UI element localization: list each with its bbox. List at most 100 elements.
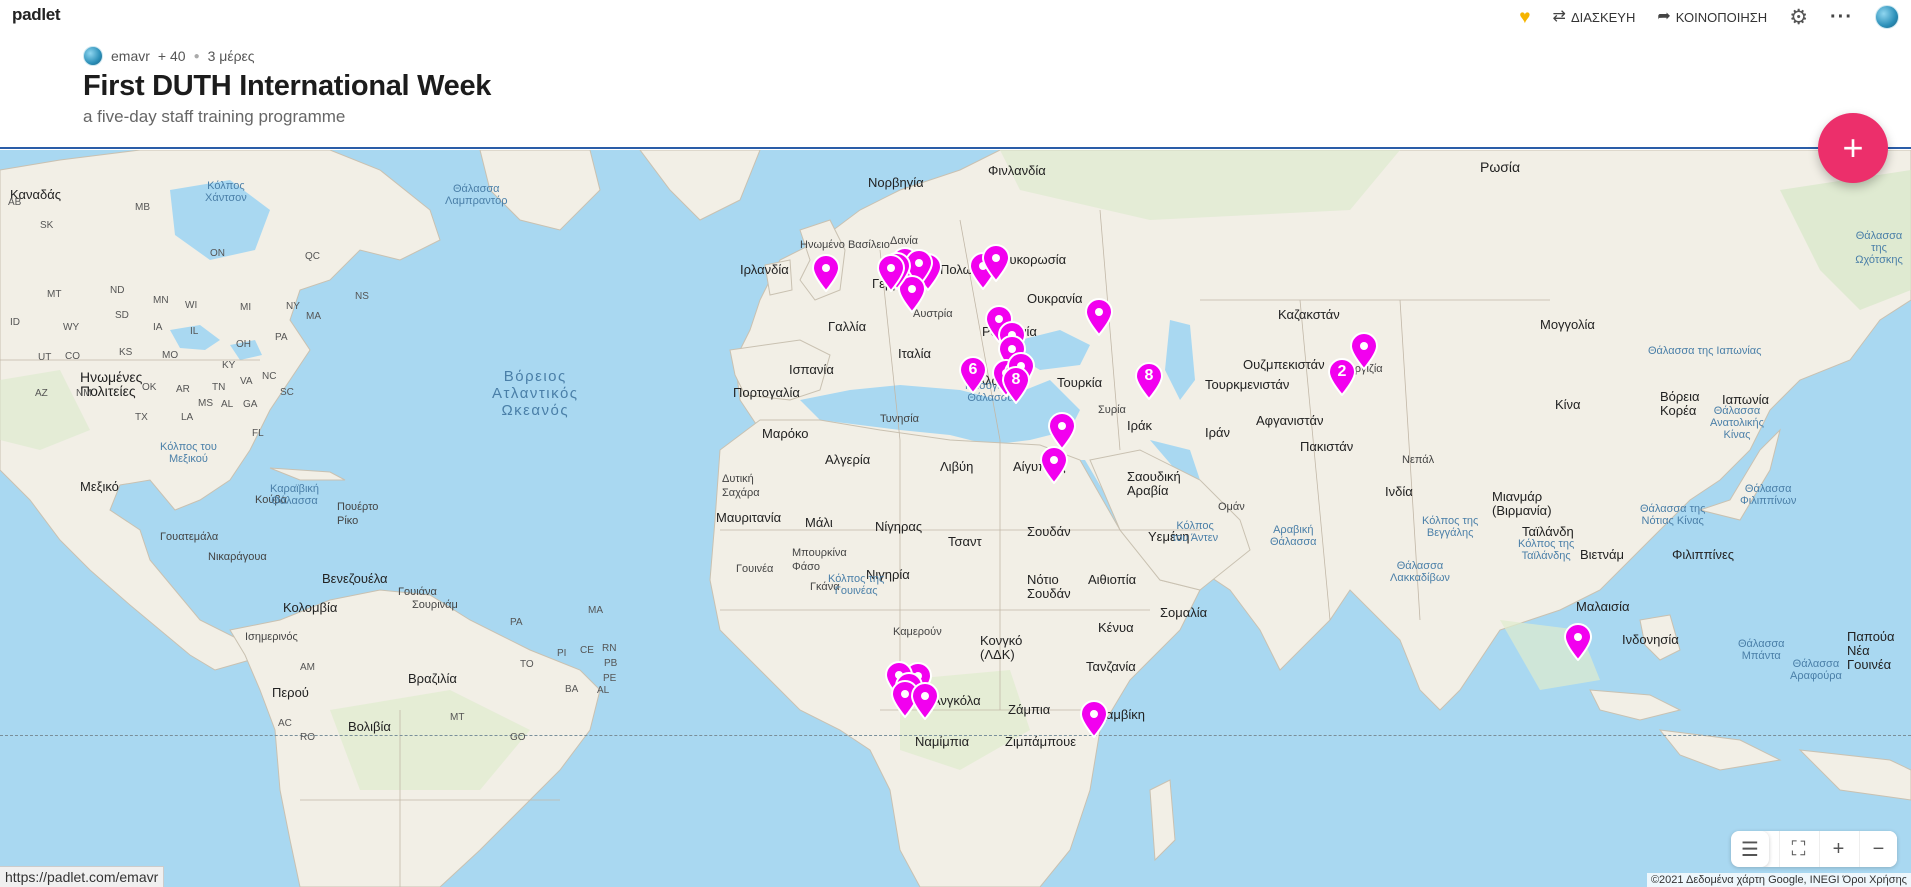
map-pin-icon[interactable]: [1563, 623, 1593, 662]
likes-count: + 40: [157, 48, 186, 64]
map-pin-icon[interactable]: [876, 254, 906, 293]
country-label-afghanistan: Αφγανιστάν: [1256, 413, 1324, 428]
share-arrow-icon: ➦: [1657, 8, 1671, 25]
zoom-out-button[interactable]: −: [1859, 831, 1897, 867]
board-meta: emavr + 40 ● 3 μέρες: [83, 46, 255, 66]
country-label-mauritania: Μαυριτανία: [716, 510, 782, 525]
state-label: AB: [8, 197, 22, 208]
sea-label-okhotsk: Θάλασσα της Ωχότσκης: [1855, 230, 1903, 266]
country-label-myanmar: Μιανμάρ (Βιρμανία): [1492, 489, 1552, 518]
user-avatar[interactable]: [1875, 5, 1899, 29]
cluster-pin-icon[interactable]: [1001, 366, 1031, 405]
state-label: CO: [65, 351, 80, 362]
region-label: AC: [278, 718, 292, 729]
padlet-logo[interactable]: padlet: [12, 5, 61, 25]
country-label-peru: Περού: [272, 685, 309, 700]
sea-label-laccadive: Θάλασσα Λακκαδίβων: [1390, 560, 1450, 584]
more-options-icon[interactable]: ···: [1830, 7, 1853, 27]
country-label-nicaragua: Νικαράγουα: [208, 551, 267, 563]
map-pin-icon[interactable]: [1047, 412, 1077, 451]
country-label-suriname: Σουρινάμ: [412, 599, 458, 611]
country-label-puertorico: Πουέρτο Ρίκο: [337, 501, 379, 527]
heart-icon[interactable]: ♥: [1519, 8, 1530, 27]
country-label-pakistan: Πακιστάν: [1300, 439, 1354, 454]
map-pin-icon[interactable]: [1084, 298, 1114, 337]
state-label: AZ: [35, 388, 48, 399]
state-label: SK: [40, 220, 54, 231]
country-label-algeria: Αλγερία: [825, 452, 871, 467]
state-label: NC: [262, 371, 277, 382]
country-label-niger: Νίγηρας: [875, 519, 923, 534]
remake-button[interactable]: ⇄ ΔΙΑΣΚΕΥΗ: [1553, 9, 1636, 25]
zoom-in-button[interactable]: +: [1819, 831, 1857, 867]
author-name[interactable]: emavr: [111, 48, 150, 64]
country-label-cameroon: Καμερούν: [893, 626, 942, 638]
country-label-denmark: Δανία: [890, 235, 919, 247]
cluster-pin-icon[interactable]: [1327, 358, 1357, 397]
list-icon: ☰: [1741, 838, 1759, 861]
gear-icon[interactable]: ⚙: [1789, 7, 1808, 28]
share-button[interactable]: ➦ ΚΟΙΝΟΠΟΙΗΣΗ: [1657, 9, 1767, 25]
cluster-pin-icon[interactable]: [958, 356, 988, 395]
add-post-button[interactable]: +: [1818, 113, 1888, 183]
state-label: AL: [221, 399, 234, 410]
country-label-guinea: Γουινέα: [736, 563, 774, 575]
country-label-indonesia: Ινδονησία: [1622, 632, 1679, 647]
sea-label-philsea: Θάλασσα Φιλιππίνων: [1740, 483, 1797, 507]
country-label-kenya: Κένυα: [1098, 620, 1134, 635]
cluster-pin-icon[interactable]: [1134, 362, 1164, 401]
country-label-iraq: Ιράκ: [1127, 418, 1153, 433]
state-label: FL: [252, 428, 264, 439]
sea-label-banda: Θάλασσα Μπάντα: [1738, 638, 1785, 662]
map-pin-icon[interactable]: [981, 244, 1011, 283]
state-label: PA: [275, 332, 288, 343]
board-subtitle: a five-day staff training programme: [83, 107, 346, 126]
map-canvas[interactable]: Ρωσία Φινλανδία Νορβηγία Καναδάς Ηνωμένο Βασ…: [0, 150, 1911, 887]
map-attribution[interactable]: ©2021 Δεδομένα χάρτη Google, INEGI Όροι …: [1646, 873, 1911, 887]
country-label-china: Κίνα: [1555, 397, 1581, 412]
map-pin-icon[interactable]: [811, 254, 841, 293]
country-label-france: Γαλλία: [828, 319, 867, 334]
country-label-nkorea: Βόρεια Κορέα: [1660, 389, 1700, 418]
sea-label-guinea_gulf: Κόλπος της Γουινέας: [828, 573, 885, 597]
country-label-iran: Ιράν: [1205, 425, 1231, 440]
country-label-spain: Ισπανία: [789, 362, 834, 377]
country-label-syria: Συρία: [1098, 404, 1126, 416]
top-toolbar: ♥ ⇄ ΔΙΑΣΚΕΥΗ ➦ ΚΟΙΝΟΠΟΙΗΣΗ ⚙ ···: [1519, 4, 1899, 30]
country-label-portugal: Πορτογαλία: [733, 385, 800, 400]
country-label-thailand: Ταϊλάνδη: [1522, 524, 1574, 539]
country-label-venezuela: Βενεζουέλα: [322, 571, 388, 586]
board-title: First DUTH International Week: [83, 70, 492, 102]
region-label: PA: [510, 617, 523, 628]
country-label-mali: Μάλι: [805, 515, 833, 530]
country-label-ecuador: Ισημερινός: [245, 631, 298, 643]
fullscreen-button[interactable]: ⛶: [1779, 831, 1817, 867]
state-label: VA: [240, 376, 253, 387]
ocean-label: Βόρειος Ατλαντικός Ωκεανός: [492, 368, 579, 419]
map-pin-icon[interactable]: [1079, 700, 1109, 739]
sea-label-hudson: Κόλπος Χάντσον: [205, 180, 247, 204]
country-label-drc: Κονγκό (ΛΔΚ): [980, 633, 1023, 662]
state-label: NY: [286, 301, 300, 312]
country-label-russia: Ρωσία: [1480, 159, 1521, 175]
country-label-kazakhstan: Καζακστάν: [1278, 307, 1340, 322]
state-label: SD: [115, 310, 129, 321]
state-label: QC: [305, 251, 320, 262]
state-label: TN: [212, 382, 226, 393]
sea-label-thai: Κόλπος της Ταϊλάνδης: [1518, 538, 1575, 562]
map-pin-icon[interactable]: [1039, 446, 1069, 485]
map-pin-icon[interactable]: [910, 682, 940, 721]
country-label-italy: Ιταλία: [898, 346, 931, 361]
region-label: RO: [300, 732, 315, 743]
list-view-button[interactable]: ☰: [1731, 831, 1769, 867]
country-label-mongolia: Μογγολία: [1540, 317, 1595, 332]
state-label: MI: [240, 302, 252, 313]
country-label-saudi: Σαουδική Αραβία: [1127, 469, 1181, 498]
fullscreen-icon: ⛶: [1791, 837, 1806, 860]
country-label-malaysia: Μαλαισία: [1576, 599, 1630, 614]
remake-icon: ⇄: [1552, 8, 1566, 25]
country-label-norway: Νορβηγία: [868, 175, 924, 190]
state-label: MO: [162, 350, 179, 361]
country-label-png: Παπούα Νέα Γουινέα: [1847, 629, 1895, 672]
sea-label-arabian: Αραβική Θάλασσα: [1270, 524, 1317, 548]
